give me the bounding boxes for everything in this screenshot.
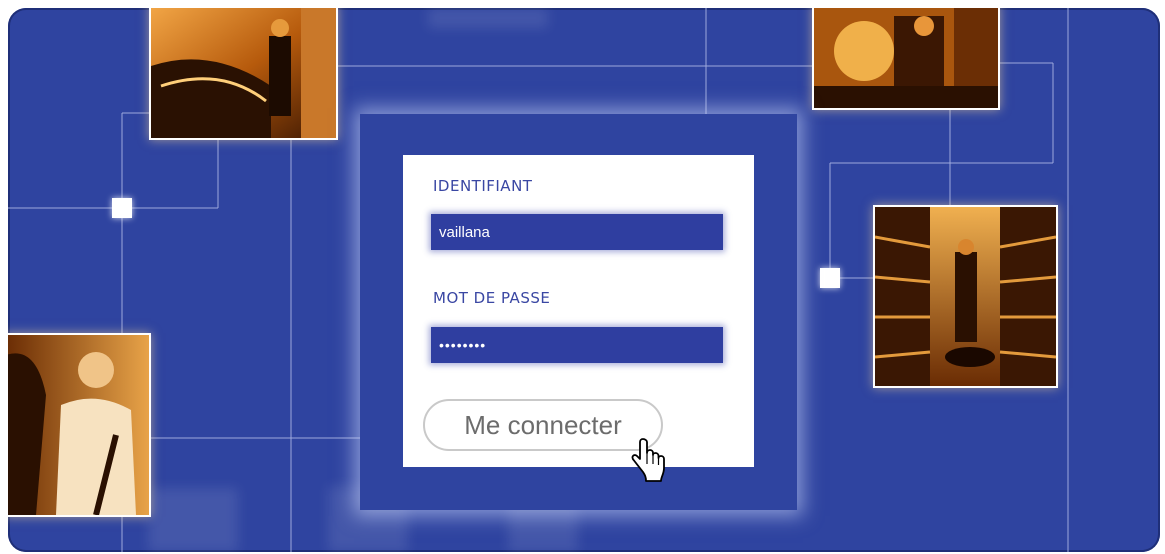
login-screen: IDENTIFIANT MOT DE PASSE •••••••• Me con…	[8, 8, 1160, 552]
password-input[interactable]: ••••••••	[431, 327, 723, 363]
connector-node	[112, 198, 132, 218]
warehouse-image	[875, 207, 1056, 386]
password-label: MOT DE PASSE	[433, 289, 551, 307]
photo-workshop	[812, 8, 1000, 110]
workshop-image	[814, 8, 998, 108]
login-form: IDENTIFIANT MOT DE PASSE •••••••• Me con…	[403, 155, 754, 482]
mechanic-image	[8, 335, 149, 515]
login-panel: IDENTIFIANT MOT DE PASSE •••••••• Me con…	[360, 114, 797, 510]
photo-warehouse	[873, 205, 1058, 388]
identifier-input[interactable]	[431, 214, 723, 250]
hand-pointer-icon	[631, 437, 667, 487]
connector-node	[820, 268, 840, 288]
connect-button[interactable]: Me connecter	[423, 399, 663, 451]
password-mask: ••••••••	[439, 337, 487, 353]
showroom-image	[151, 8, 336, 138]
identifier-label: IDENTIFIANT	[433, 177, 533, 195]
photo-mechanic	[8, 333, 151, 517]
photo-showroom	[149, 8, 338, 140]
